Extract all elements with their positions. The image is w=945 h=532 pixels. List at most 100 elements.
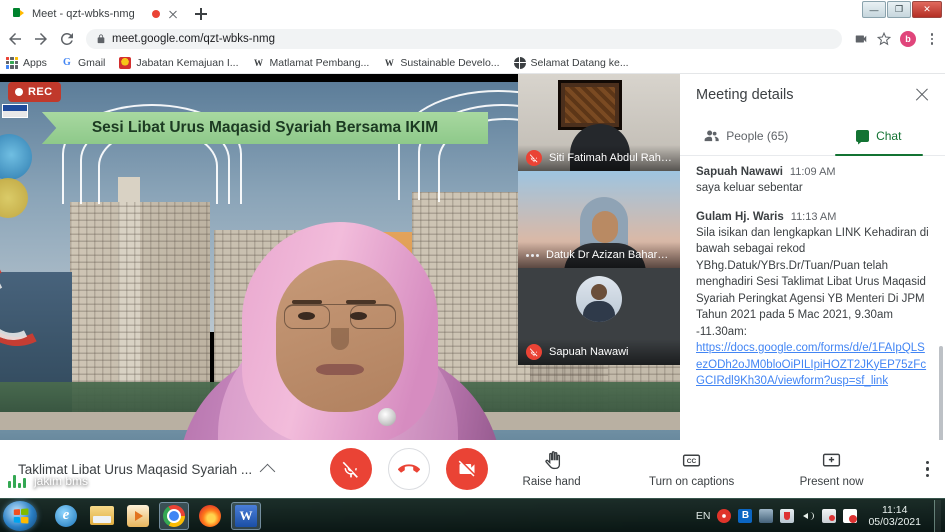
close-icon[interactable] — [913, 86, 931, 104]
tab-chat[interactable]: Chat — [813, 116, 945, 156]
participant-tile[interactable]: Siti Fatimah Abdul Rahm... — [518, 74, 680, 171]
opera-icon[interactable] — [717, 508, 732, 523]
bookmarks-bar: Apps G Gmail Jabatan Kemajuan I... W Mat… — [0, 52, 945, 74]
tab-people[interactable]: People (65) — [680, 116, 813, 155]
reload-icon[interactable] — [58, 30, 76, 48]
record-dot-icon — [15, 88, 23, 96]
active-speaker-name: jakim bms — [34, 474, 89, 488]
back-arrow-icon[interactable] — [6, 30, 24, 48]
taskbar-clock[interactable]: 11:14 05/03/2021 — [864, 504, 927, 528]
calendar-icon[interactable] — [822, 508, 837, 523]
bookmark-label: Selamat Datang ke... — [530, 56, 629, 69]
chat-message: Sapuah Nawawi 11:09 AM saya keluar seben… — [696, 166, 929, 197]
language-indicator[interactable]: EN — [696, 510, 711, 522]
taskbar-microsoft-word[interactable]: W — [231, 501, 261, 530]
message-link[interactable]: https://docs.google.com/forms/d/e/1FAIpQ… — [696, 340, 929, 390]
browser-tab-meet[interactable]: Meet - qzt-wbks-nmg — [6, 2, 186, 26]
minimize-button[interactable]: — — [862, 1, 886, 18]
participant-name-bar: Datuk Dr Azizan Baharud... — [518, 242, 680, 268]
avatar[interactable]: b — [900, 31, 916, 47]
toolbar-actions: b — [850, 31, 939, 47]
panel-title: Meeting details — [696, 87, 794, 103]
bluetooth-icon[interactable]: B — [738, 508, 753, 523]
bookmark-selamat-datang[interactable]: Selamat Datang ke... — [513, 56, 629, 69]
participant-tile[interactable]: Datuk Dr Azizan Baharud... — [518, 171, 680, 268]
participant-tile[interactable]: Sapuah Nawawi — [518, 268, 680, 365]
bookmark-label: Sustainable Develo... — [400, 56, 500, 69]
mic-off-button[interactable] — [330, 448, 372, 490]
mic-muted-icon — [526, 150, 542, 166]
tab-title: Meet - qzt-wbks-nmg — [32, 8, 135, 20]
lock-icon — [96, 34, 106, 44]
system-tray: EN B 11:14 05/03/2021 — [696, 499, 945, 532]
tab-people-label: People (65) — [726, 128, 789, 143]
raise-hand-button[interactable]: Raise hand — [506, 450, 598, 488]
address-bar[interactable]: meet.google.com/qzt-wbks-nmg — [86, 29, 842, 49]
wikipedia-icon: W — [384, 57, 394, 68]
participant-name-bar: Siti Fatimah Abdul Rahm... — [518, 145, 680, 171]
clock-time: 11:14 — [881, 503, 908, 516]
present-now-button[interactable]: Present now — [786, 450, 878, 488]
restore-button[interactable]: ❐ — [887, 1, 911, 18]
active-speaker-label: jakim bms — [8, 474, 88, 488]
stage-banner: Sesi Libat Urus Maqasid Syariah Bersama … — [42, 112, 488, 144]
windows-taskbar: e W EN B 11:14 05/03/2021 — [0, 498, 945, 532]
bookmark-sustainable[interactable]: W Sustainable Develo... — [383, 56, 500, 69]
close-tab-icon[interactable] — [166, 7, 180, 21]
chevron-up-icon[interactable] — [259, 463, 276, 479]
browser-toolbar: meet.google.com/qzt-wbks-nmg b — [0, 26, 945, 52]
forward-arrow-icon[interactable] — [32, 30, 50, 48]
meeting-details-panel: Meeting details People (65) Chat Sapuah … — [680, 74, 945, 498]
bookmark-jakim[interactable]: Jabatan Kemajuan I... — [119, 56, 239, 69]
tab-chat-label: Chat — [876, 128, 902, 143]
new-tab-button[interactable] — [190, 3, 212, 25]
bookmark-gmail[interactable]: G Gmail — [61, 57, 105, 69]
star-icon[interactable] — [877, 32, 891, 46]
chat-scrollbar[interactable] — [939, 346, 943, 454]
document-icon[interactable] — [843, 508, 858, 523]
turn-on-captions-button[interactable]: CC Turn on captions — [646, 450, 738, 488]
avatar — [576, 276, 622, 322]
recording-badge: REC — [8, 82, 62, 102]
participant-name-bar: Sapuah Nawawi — [518, 339, 680, 365]
bookmark-label: Jabatan Kemajuan I... — [136, 56, 239, 69]
apps-grid-icon — [6, 56, 18, 69]
camera-off-button[interactable] — [446, 448, 488, 490]
panel-header: Meeting details — [680, 74, 945, 116]
bookmark-apps[interactable]: Apps — [6, 56, 47, 69]
kebab-menu-icon[interactable] — [925, 33, 939, 45]
more-options-icon[interactable] — [925, 460, 929, 478]
bookmark-label: Matlamat Pembang... — [269, 56, 370, 69]
globe-icon — [513, 56, 526, 69]
network-icon[interactable] — [759, 508, 774, 523]
leave-call-button[interactable] — [388, 448, 430, 490]
mic-muted-icon — [526, 344, 542, 360]
taskbar-windows-media-player[interactable] — [123, 502, 153, 530]
message-author: Gulam Hj. Waris — [696, 210, 784, 223]
taskbar-google-chrome[interactable] — [159, 501, 189, 530]
participant-name: Sapuah Nawawi — [549, 346, 629, 358]
google-meet-page: REC Sesi Libat Urus Maqasid Syariah Bers… — [0, 74, 945, 498]
jata-negara-icon — [119, 56, 132, 69]
volume-icon[interactable] — [801, 509, 815, 523]
clock-date: 05/03/2021 — [868, 515, 921, 528]
taskbar-mozilla-firefox[interactable] — [195, 502, 225, 530]
windows-start-button[interactable] — [3, 500, 37, 531]
close-window-button[interactable]: ✕ — [912, 1, 942, 18]
panel-tabs: People (65) Chat — [680, 116, 945, 156]
main-video-stage[interactable]: REC Sesi Libat Urus Maqasid Syariah Bers… — [0, 74, 680, 498]
recording-dot-icon — [152, 10, 160, 18]
overlay-flag-graphic — [2, 104, 28, 118]
taskbar-internet-explorer[interactable]: e — [51, 502, 81, 530]
show-desktop-button[interactable] — [934, 499, 941, 532]
chat-message-list[interactable]: Sapuah Nawawi 11:09 AM saya keluar seben… — [680, 156, 945, 454]
bookmark-matlamat[interactable]: W Matlamat Pembang... — [253, 56, 370, 69]
more-options-icon[interactable] — [526, 253, 539, 257]
taskbar-windows-explorer[interactable] — [87, 502, 117, 530]
message-time: 11:13 AM — [790, 210, 837, 223]
camera-icon[interactable] — [854, 32, 868, 46]
security-icon[interactable] — [780, 508, 795, 523]
url-text: meet.google.com/qzt-wbks-nmg — [112, 33, 275, 45]
window-controls: — ❐ ✕ — [862, 1, 942, 18]
svg-text:CC: CC — [687, 458, 697, 465]
